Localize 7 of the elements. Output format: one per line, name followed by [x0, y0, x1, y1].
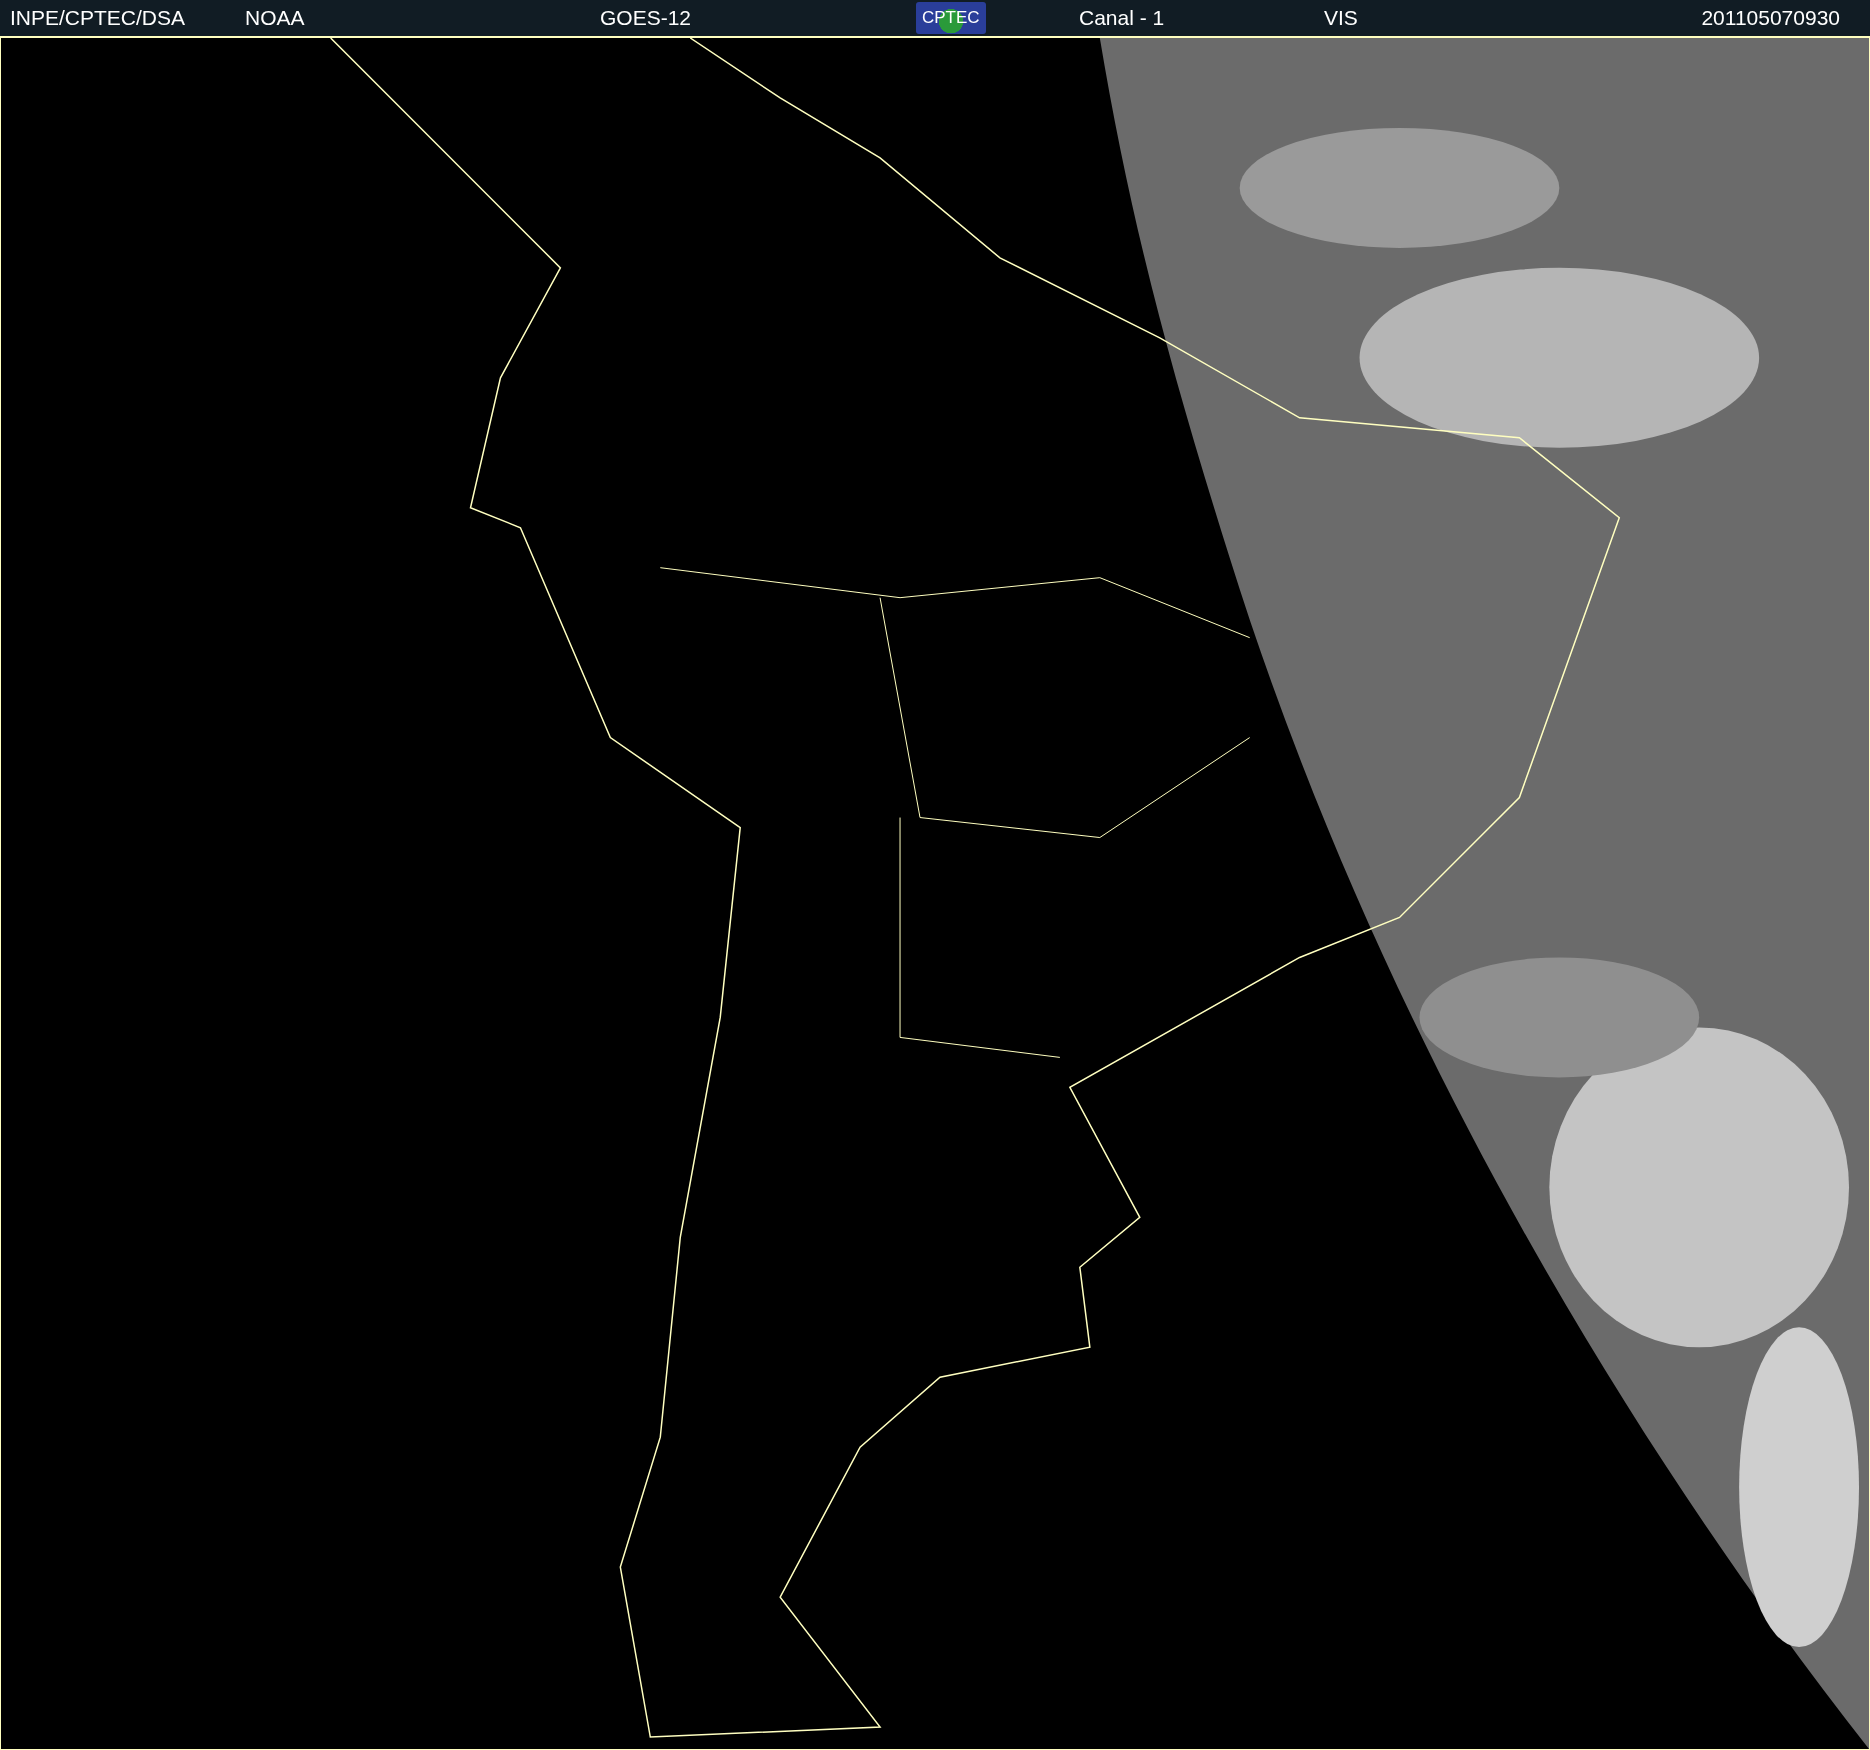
header-label: VIS — [1324, 6, 1358, 30]
header-label: 201105070930 — [1701, 6, 1840, 30]
header-label: INPE/CPTEC/DSA — [10, 6, 186, 30]
header-label: NOAA — [245, 6, 305, 30]
header-label: Canal - 1 — [1079, 6, 1165, 30]
header-label: GOES-12 — [600, 6, 692, 30]
logo-badge: CPTEC — [916, 2, 986, 34]
